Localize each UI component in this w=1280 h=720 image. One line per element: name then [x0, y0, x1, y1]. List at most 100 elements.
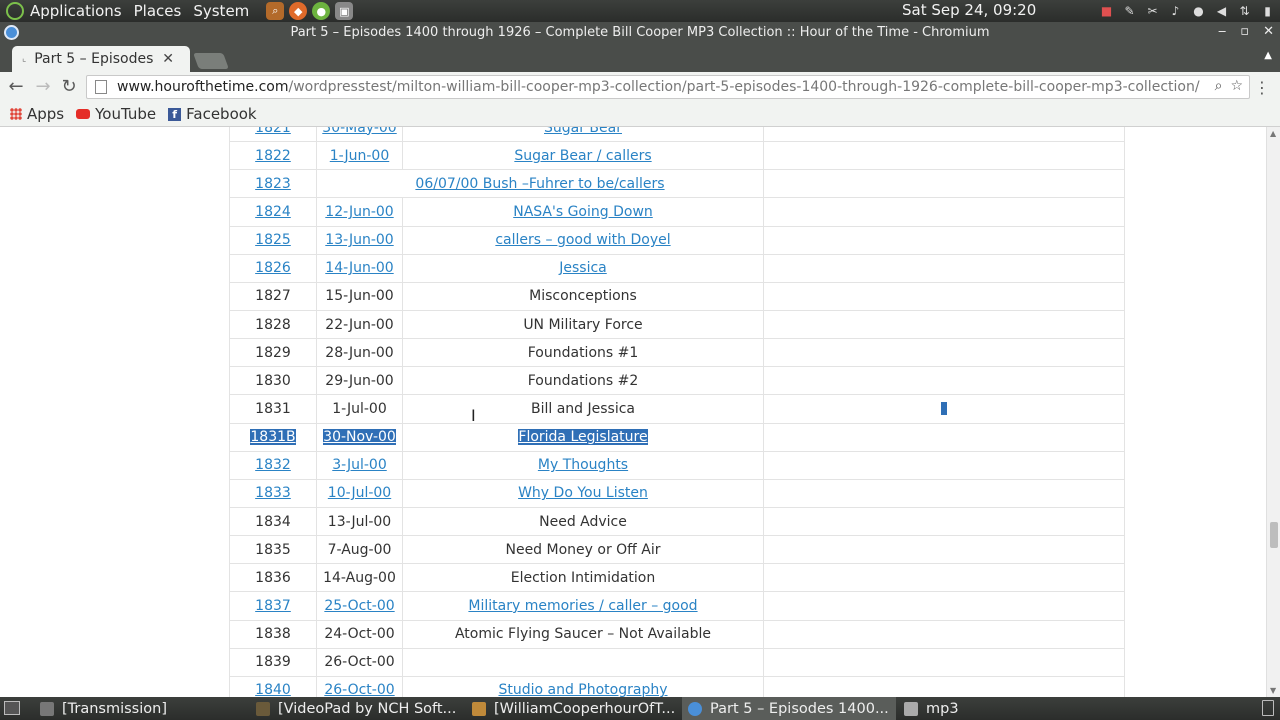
microphone-icon[interactable]: ● — [1190, 2, 1207, 19]
episode-date[interactable]: 3-Jul-00 — [332, 457, 387, 473]
close-window-button[interactable]: ✕ — [1263, 24, 1274, 39]
episode-number[interactable]: 1832 — [255, 457, 291, 473]
episode-number[interactable]: 1837 — [255, 598, 291, 614]
tab-active[interactable]: ⌞ Part 5 – Episodes ✕ — [12, 46, 190, 72]
bookmark-star-icon[interactable]: ☆ — [1230, 78, 1243, 94]
episode-date-cell: 25-Oct-00 — [316, 591, 403, 621]
episode-title[interactable]: callers – good with Doyel — [495, 232, 670, 248]
episode-title[interactable]: Why Do You Listen — [518, 485, 648, 501]
screenshot-launcher-icon[interactable]: ▣ — [335, 2, 354, 20]
bookmark-youtube[interactable]: YouTube — [76, 105, 156, 123]
episode-title[interactable]: 06/07/00 Bush –Fuhrer to be/callers — [415, 176, 664, 192]
episode-number[interactable]: 1821 — [255, 127, 291, 136]
episode-date[interactable]: 14-Jun-00 — [325, 260, 393, 276]
episode-title-cell: Sugar Bear — [402, 127, 764, 143]
loading-favicon-icon: ⌞ — [22, 54, 27, 64]
places-menu[interactable]: Places — [134, 2, 182, 20]
applications-menu[interactable]: Applications — [30, 2, 122, 20]
task-chromium[interactable]: Part 5 – Episodes 1400... — [682, 697, 896, 720]
episode-date[interactable]: 1-Jun-00 — [330, 148, 389, 164]
network-icon[interactable]: ⇅ — [1236, 2, 1253, 19]
episode-number[interactable]: 1823 — [255, 176, 291, 192]
episode-number[interactable]: 1840 — [255, 682, 291, 697]
system-menu[interactable]: System — [193, 2, 249, 20]
episode-title[interactable]: Sugar Bear — [544, 127, 622, 136]
bookmark-facebook[interactable]: f Facebook — [168, 105, 257, 123]
scroll-up-icon[interactable]: ▲ — [1270, 129, 1276, 138]
scrollbar-thumb[interactable] — [1270, 522, 1278, 548]
table-row: 1825 13-Jun-00 callers – good with Doyel — [229, 225, 1125, 255]
maximize-button[interactable]: ▫ — [1240, 24, 1249, 39]
episode-title[interactable]: Studio and Photography — [498, 682, 667, 697]
episode-number-cell: 1836 — [229, 563, 317, 593]
volume-icon[interactable]: ♪ — [1167, 2, 1184, 19]
episode-title[interactable]: Jessica — [559, 260, 607, 276]
download-cell — [763, 281, 1125, 311]
episode-number[interactable]: 1831B — [250, 429, 296, 446]
bookmark-apps[interactable]: Apps — [10, 105, 64, 123]
address-bar[interactable]: www.hourofthetime.com /wordpresstest/mil… — [86, 75, 1250, 99]
trash-icon[interactable] — [1262, 700, 1274, 716]
episode-number[interactable]: 1822 — [255, 148, 291, 164]
forward-arrow-icon[interactable]: → — [33, 77, 53, 97]
task-videopad[interactable]: [VideoPad by NCH Soft... — [250, 697, 464, 720]
episode-number[interactable]: 1826 — [255, 260, 291, 276]
tool-icon[interactable]: ✂ — [1144, 2, 1161, 19]
episode-date-cell: 1-Jun-00 — [316, 141, 403, 171]
episode-number[interactable]: 1824 — [255, 204, 291, 220]
table-row: 1836 14-Aug-00 Election Intimidation — [229, 563, 1125, 593]
profile-icon[interactable]: ▲ — [1264, 50, 1272, 61]
task-transmission[interactable]: [Transmission] — [34, 697, 248, 720]
minimize-button[interactable]: ‒ — [1218, 24, 1226, 39]
clock[interactable]: Sat Sep 24, 09:20 — [902, 1, 1036, 19]
episode-date[interactable]: 30-May-00 — [322, 127, 396, 136]
episode-title-cell: Foundations #1 — [402, 338, 764, 368]
page-scrollbar[interactable]: ▲ ▼ — [1266, 127, 1280, 697]
reload-icon[interactable]: ↻ — [59, 77, 79, 97]
table-row: 1828 22-Jun-00 UN Military Force — [229, 309, 1125, 340]
table-row: 1834 13-Jul-00 Need Advice — [229, 506, 1125, 537]
episode-date[interactable]: 13-Jun-00 — [325, 232, 393, 248]
battery-icon[interactable]: ▮ — [1259, 2, 1276, 19]
tab-close-icon[interactable]: ✕ — [162, 51, 174, 67]
episode-title[interactable]: Sugar Bear / callers — [514, 148, 651, 164]
record-icon[interactable]: ■ — [1098, 2, 1115, 19]
search-launcher-icon[interactable]: ⌕ — [266, 2, 285, 20]
zoom-search-icon[interactable]: ⌕ — [1215, 78, 1223, 94]
episode-date[interactable]: 26-Oct-00 — [324, 682, 394, 697]
task-label: [Transmission] — [62, 700, 167, 717]
scroll-down-icon[interactable]: ▼ — [1270, 686, 1276, 695]
episode-title[interactable]: My Thoughts — [538, 457, 628, 473]
episode-date[interactable]: 12-Jun-00 — [325, 204, 393, 220]
distro-logo-icon[interactable] — [6, 2, 24, 20]
episode-title[interactable]: Military memories / caller – good — [468, 598, 697, 614]
episode-date[interactable]: 10-Jul-00 — [328, 485, 391, 501]
table-row: 1829 28-Jun-00 Foundations #1 — [229, 338, 1125, 368]
episode-title[interactable]: Florida Legislature — [518, 429, 648, 446]
episode-date[interactable]: 30-Nov-00 — [323, 429, 396, 446]
episode-title-cell: Election Intimidation — [402, 563, 764, 593]
new-tab-button[interactable] — [193, 53, 229, 69]
task-file[interactable]: [WilliamCooperhourOfT... — [466, 697, 680, 720]
brave-browser-icon[interactable]: ◆ — [289, 2, 308, 20]
page-info-icon[interactable] — [95, 80, 107, 94]
download-cell — [763, 647, 1125, 677]
show-desktop-icon[interactable] — [4, 701, 20, 715]
episode-date[interactable]: 25-Oct-00 — [324, 598, 394, 614]
episode-number: 1827 — [255, 288, 291, 305]
episode-number: 1834 — [255, 513, 291, 530]
episode-date-cell: 22-Jun-00 — [316, 309, 403, 340]
episode-number[interactable]: 1833 — [255, 485, 291, 501]
table-row: 1826 14-Jun-00 Jessica — [229, 253, 1125, 283]
episode-number[interactable]: 1825 — [255, 232, 291, 248]
speaker-icon[interactable]: ◀ — [1213, 2, 1230, 19]
episode-title[interactable]: NASA's Going Down — [513, 204, 653, 220]
chrome-menu-icon[interactable]: ⋮ — [1254, 78, 1270, 97]
edit-icon[interactable]: ✎ — [1121, 2, 1138, 19]
back-arrow-icon[interactable]: ← — [6, 77, 26, 97]
system-tray: ■ ✎ ✂ ♪ ● ◀ ⇅ ▮ — [1098, 2, 1276, 19]
task-mp3-folder[interactable]: mp3 — [898, 697, 1098, 720]
browser-toolbar: ← → ↻ www.hourofthetime.com /wordpresste… — [0, 72, 1280, 102]
android-launcher-icon[interactable]: ● — [312, 2, 331, 20]
episode-date-cell: 24-Oct-00 — [316, 619, 403, 649]
